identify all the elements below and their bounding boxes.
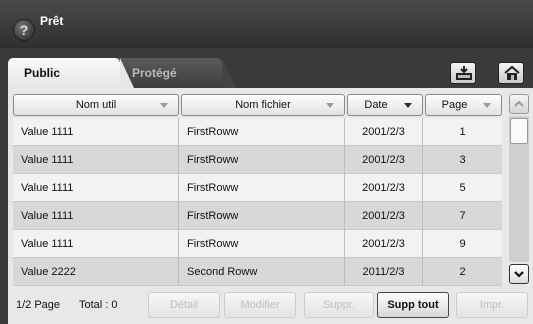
- table-row[interactable]: Value 1111 FirstRoww 2001/2/3 1: [13, 118, 502, 146]
- sort-arrow-icon: [483, 103, 491, 108]
- cell-page: 9: [459, 238, 466, 250]
- home-button[interactable]: [498, 62, 524, 84]
- total-count: Total : 0: [79, 299, 118, 311]
- cell-filename: FirstRoww: [179, 230, 345, 258]
- column-header-page[interactable]: Page: [425, 94, 502, 116]
- scroll-down-button[interactable]: [509, 264, 529, 284]
- delete-button[interactable]: Suppr.: [304, 292, 374, 318]
- job-list-panel: Nom util Nom fichier Date Page Value 111…: [8, 88, 533, 324]
- cell-date: 2001/2/3: [345, 146, 423, 174]
- printer-job-window: ? Prêt Protégé Public Nom util Nom fichi…: [0, 0, 533, 324]
- column-header-filename[interactable]: Nom fichier: [181, 94, 345, 116]
- cell-filename: Second Roww: [179, 258, 345, 286]
- sort-arrow-icon: [404, 103, 412, 108]
- cell-user: Value 1111: [13, 146, 179, 174]
- chevron-down-icon: [514, 271, 524, 278]
- table-body: Value 1111 FirstRoww 2001/2/3 1 Value 11…: [13, 118, 502, 286]
- footer-bar: 1/2 Page Total : 0 Détail Modifier Suppr…: [8, 288, 533, 324]
- title-bar: ? Prêt: [0, 0, 533, 48]
- cell-date: 2001/2/3: [345, 118, 423, 146]
- cell-filename: FirstRoww: [179, 118, 345, 146]
- table-row[interactable]: Value 1111 FirstRoww 2001/2/3 5: [13, 174, 502, 202]
- chevron-up-icon: [514, 100, 524, 107]
- tray-button[interactable]: [450, 62, 476, 84]
- column-label: Nom util: [75, 99, 117, 111]
- cell-user: Value 2222: [13, 258, 179, 286]
- modify-button[interactable]: Modifier: [224, 292, 296, 318]
- help-icon[interactable]: ?: [13, 19, 35, 41]
- sort-arrow-icon: [160, 103, 168, 108]
- tab-public[interactable]: Public: [8, 58, 134, 88]
- tab-bar: Protégé Public: [0, 58, 533, 88]
- cell-user: Value 1111: [13, 174, 179, 202]
- cell-date: 2011/2/3: [345, 258, 423, 286]
- cell-user: Value 1111: [13, 230, 179, 258]
- table-row[interactable]: Value 1111 FirstRoww 2001/2/3 9: [13, 230, 502, 258]
- cell-date: 2001/2/3: [345, 202, 423, 230]
- scrollbar-thumb[interactable]: [510, 118, 528, 144]
- cell-page: 1: [459, 126, 466, 138]
- column-header-date[interactable]: Date: [347, 94, 423, 116]
- cell-filename: FirstRoww: [179, 202, 345, 230]
- column-label: Date: [364, 99, 388, 111]
- table-row[interactable]: Value 1111 FirstRoww 2001/2/3 7: [13, 202, 502, 230]
- table-row[interactable]: Value 2222 Second Roww 2011/2/3 2: [13, 258, 502, 286]
- column-header-user[interactable]: Nom util: [13, 94, 179, 116]
- home-icon: [504, 65, 520, 80]
- cell-filename: FirstRoww: [179, 146, 345, 174]
- cell-page: 7: [459, 210, 466, 222]
- cell-page: 2: [459, 266, 466, 278]
- column-label: Page: [441, 99, 468, 111]
- column-label: Nom fichier: [235, 99, 291, 111]
- detail-button[interactable]: Détail: [148, 292, 220, 318]
- cell-user: Value 1111: [13, 118, 179, 146]
- sort-arrow-icon: [326, 103, 334, 108]
- cell-user: Value 1111: [13, 202, 179, 230]
- cell-page: 3: [459, 154, 466, 166]
- cell-page: 5: [459, 182, 466, 194]
- page-indicator: 1/2 Page: [16, 299, 61, 311]
- tray-icon: [456, 66, 472, 80]
- scroll-up-button[interactable]: [509, 94, 529, 114]
- cell-filename: FirstRoww: [179, 174, 345, 202]
- print-button[interactable]: Impr.: [456, 292, 528, 318]
- cell-date: 2001/2/3: [345, 174, 423, 202]
- cell-date: 2001/2/3: [345, 230, 423, 258]
- delete-all-button[interactable]: Supp tout: [377, 292, 449, 318]
- table-row[interactable]: Value 1111 FirstRoww 2001/2/3 3: [13, 146, 502, 174]
- status-title: Prêt: [40, 14, 64, 28]
